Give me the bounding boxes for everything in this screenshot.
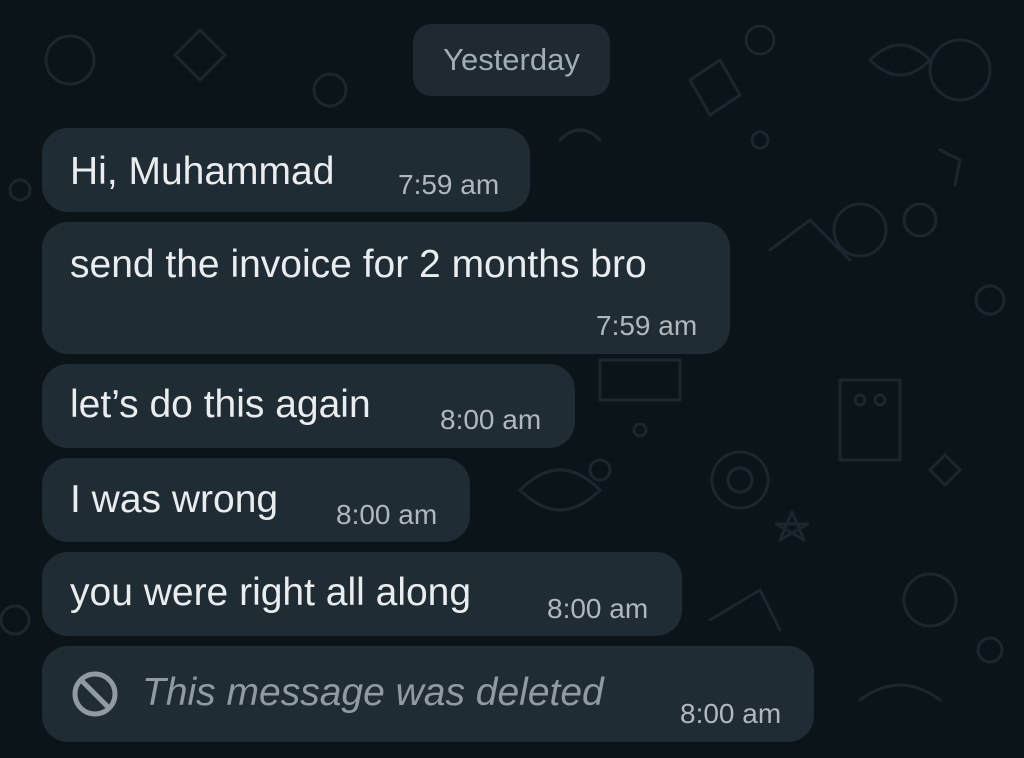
- message-text: let’s do this again: [70, 383, 371, 426]
- date-divider: Yesterday: [413, 24, 610, 96]
- message-timestamp: 7:59 am: [596, 310, 698, 341]
- message-timestamp: 8:00 am: [440, 404, 542, 435]
- message-bubble[interactable]: Hi, Muhammad 7:59 am: [42, 128, 530, 212]
- message-text: Hi, Muhammad: [70, 150, 335, 193]
- message-bubble[interactable]: I was wrong 8:00 am: [42, 458, 470, 542]
- deleted-message-text: This message was deleted: [142, 671, 604, 714]
- deleted-message-bubble[interactable]: This message was deleted 8:00 am: [42, 646, 814, 742]
- message-text: send the invoice for 2 months bro: [70, 243, 647, 286]
- message-timestamp: 8:00 am: [547, 593, 649, 624]
- message-timestamp: 7:59 am: [398, 169, 500, 200]
- message-bubble[interactable]: you were right all along 8:00 am: [42, 552, 682, 636]
- message-timestamp: 8:00 am: [680, 698, 782, 729]
- message-bubble[interactable]: let’s do this again 8:00 am: [42, 364, 575, 448]
- message-text: you were right all along: [70, 571, 472, 614]
- message-text: I was wrong: [70, 478, 279, 521]
- message-timestamp: 8:00 am: [336, 499, 438, 530]
- ban-icon: [72, 671, 118, 717]
- message-bubble[interactable]: send the invoice for 2 months bro 7:59 a…: [42, 222, 730, 354]
